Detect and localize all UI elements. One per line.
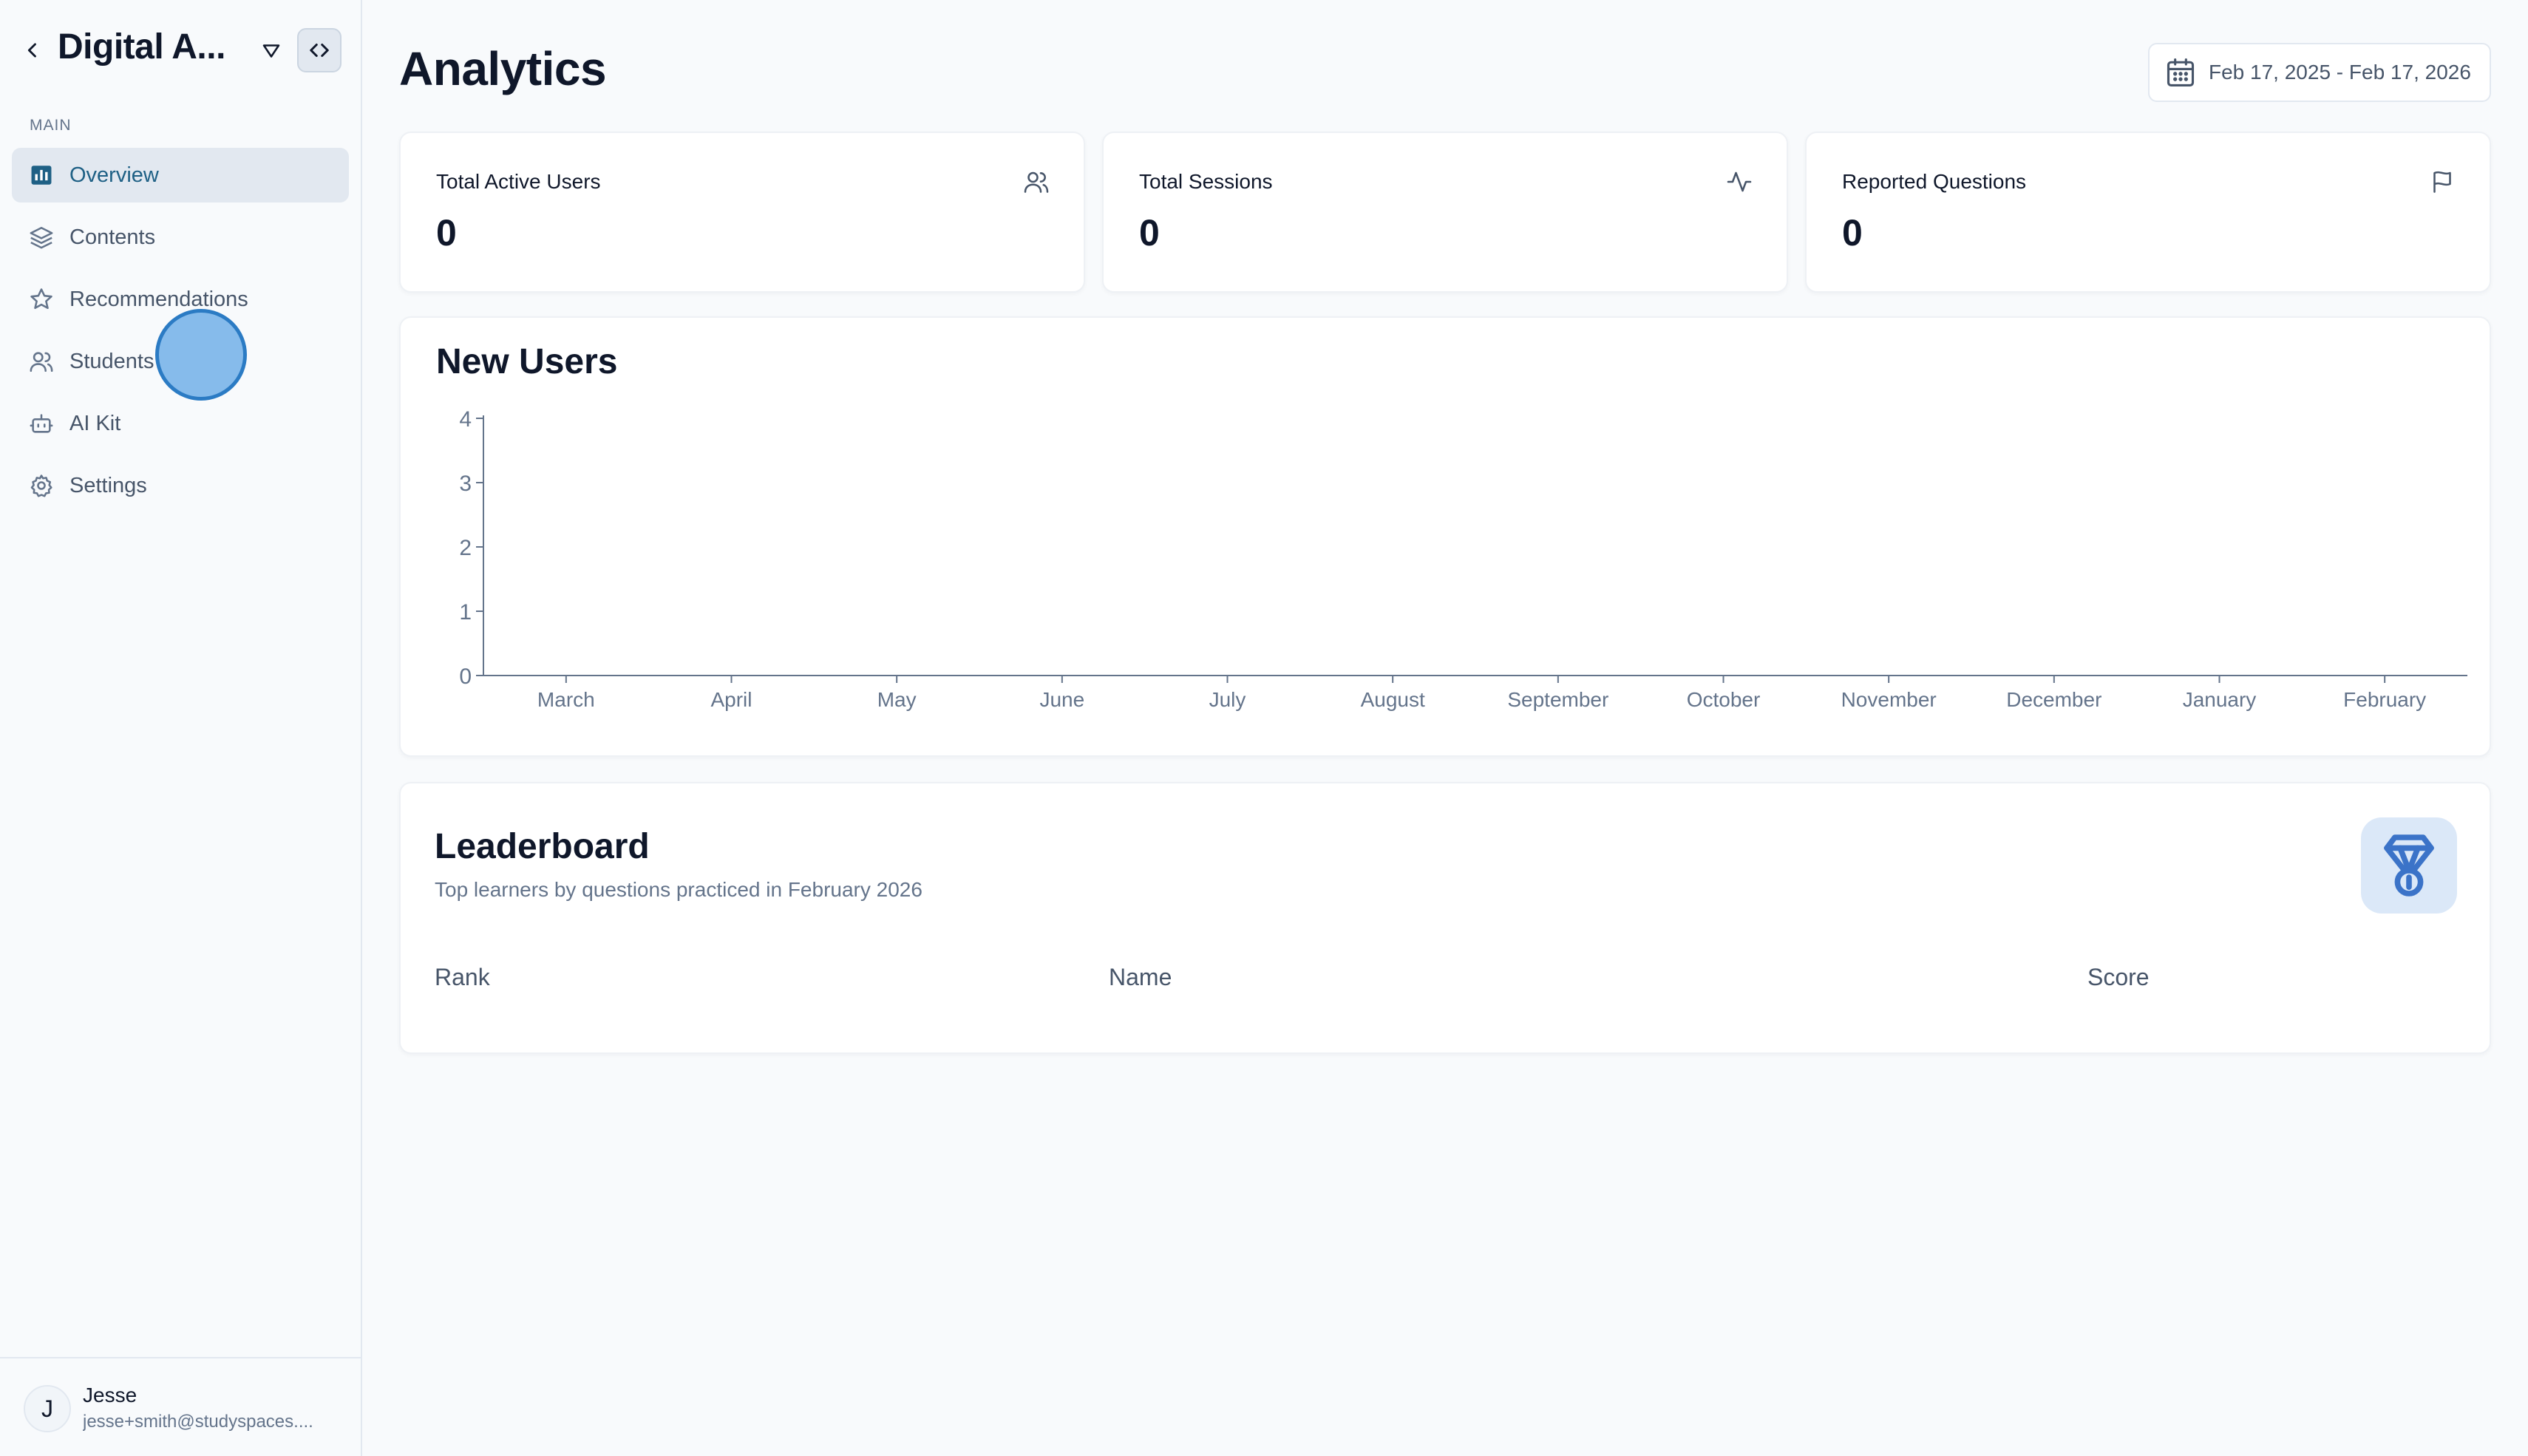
avatar: J bbox=[24, 1385, 71, 1432]
chevron-left-icon bbox=[27, 43, 36, 58]
x-tick-label: February bbox=[2343, 688, 2426, 711]
y-tick-label: 4 bbox=[459, 407, 472, 432]
x-tick-label: March bbox=[537, 688, 595, 711]
sidebar-item-ai-kit[interactable]: AI Kit bbox=[12, 396, 349, 451]
stat-value: 0 bbox=[1842, 212, 1863, 254]
column-header-rank[interactable]: Rank bbox=[435, 964, 490, 991]
star-icon bbox=[28, 286, 55, 313]
x-tick-label: June bbox=[1039, 688, 1084, 711]
sidebar-item-label: Students bbox=[69, 349, 154, 373]
code-toggle-button[interactable] bbox=[297, 28, 342, 72]
date-range-picker[interactable]: Feb 17, 2025 - Feb 17, 2026 bbox=[2148, 43, 2491, 102]
back-button[interactable] bbox=[18, 35, 47, 65]
y-tick-label: 3 bbox=[459, 472, 472, 496]
sidebar-item-label: Recommendations bbox=[69, 287, 248, 311]
section-label: MAIN bbox=[30, 117, 72, 134]
x-tick-label: September bbox=[1507, 688, 1608, 711]
user-email: jesse+smith@studyspaces.... bbox=[83, 1412, 313, 1432]
medal-icon bbox=[2384, 834, 2434, 897]
sidebar-header: Digital A... bbox=[0, 22, 362, 78]
calendar-icon bbox=[2167, 58, 2195, 86]
sidebar-item-overview[interactable]: Overview bbox=[12, 148, 349, 203]
gear-icon bbox=[28, 472, 55, 499]
triangle-down-icon bbox=[262, 44, 280, 58]
stat-value: 0 bbox=[1139, 212, 1160, 254]
users-icon bbox=[28, 348, 55, 375]
sidebar-item-label: AI Kit bbox=[69, 411, 121, 435]
sidebar-item-label: Contents bbox=[69, 225, 156, 249]
y-tick-label: 2 bbox=[459, 536, 472, 560]
chart-icon bbox=[28, 162, 55, 188]
x-tick-label: October bbox=[1687, 688, 1761, 711]
stat-label: Total Sessions bbox=[1139, 170, 1273, 193]
flag-icon bbox=[2433, 171, 2451, 193]
activity-icon bbox=[1727, 171, 1752, 192]
stat-label: Reported Questions bbox=[1842, 170, 2027, 193]
layers-icon bbox=[28, 224, 55, 251]
date-range-text: Feb 17, 2025 - Feb 17, 2026 bbox=[2209, 61, 2471, 84]
leaderboard-card: Leaderboard Top learners by questions pr… bbox=[399, 782, 2491, 1054]
x-tick-label: May bbox=[877, 688, 917, 711]
leaderboard-title: Leaderboard bbox=[435, 827, 650, 866]
sidebar-item-settings[interactable]: Settings bbox=[12, 458, 349, 513]
users-icon bbox=[1024, 171, 1049, 193]
user-profile[interactable]: J Jesse jesse+smith@studyspaces.... bbox=[0, 1357, 362, 1456]
new-users-chart: 0 1 2 3 4 March April May June July August Septembe… bbox=[459, 407, 2467, 711]
x-tick-label: July bbox=[1209, 688, 1246, 711]
y-tick-label: 0 bbox=[459, 664, 472, 689]
new-users-chart-card: New Users 0 1 2 3 4 March April May June July Augu… bbox=[399, 316, 2491, 757]
stat-card-total-sessions: Total Sessions 0 bbox=[1102, 132, 1788, 293]
bot-icon bbox=[28, 410, 55, 437]
x-tick-label: April bbox=[710, 688, 752, 711]
x-tick-label: August bbox=[1361, 688, 1425, 711]
stat-card-reported-questions: Reported Questions 0 bbox=[1805, 132, 2491, 293]
sidebar-nav: Overview Contents Recommendations Studen… bbox=[12, 148, 349, 520]
y-tick-label: 1 bbox=[459, 600, 472, 625]
stat-value: 0 bbox=[436, 212, 457, 254]
stat-card-active-users: Total Active Users 0 bbox=[399, 132, 1085, 293]
column-header-name[interactable]: Name bbox=[1109, 964, 1172, 991]
sidebar-item-label: Overview bbox=[69, 163, 159, 187]
column-header-score[interactable]: Score bbox=[2087, 964, 2150, 991]
user-name: Jesse bbox=[83, 1384, 137, 1406]
leaderboard-badge bbox=[2361, 817, 2457, 914]
code-icon bbox=[310, 44, 329, 57]
sidebar-item-label: Settings bbox=[69, 473, 147, 497]
app-switcher-dropdown[interactable] bbox=[256, 35, 287, 67]
leaderboard-subtitle: Top learners by questions practiced in F… bbox=[435, 878, 922, 901]
x-tick-label: January bbox=[2183, 688, 2257, 711]
sidebar: Digital A... MAIN Overview Contents Reco… bbox=[0, 0, 362, 1456]
app-title: Digital A... bbox=[58, 27, 225, 67]
page-title: Analytics bbox=[399, 42, 607, 95]
sidebar-item-contents[interactable]: Contents bbox=[12, 210, 349, 265]
sidebar-item-students[interactable]: Students bbox=[12, 334, 349, 389]
sidebar-item-recommendations[interactable]: Recommendations bbox=[12, 272, 349, 327]
x-tick-label: December bbox=[2006, 688, 2101, 711]
stat-label: Total Active Users bbox=[436, 170, 601, 193]
x-tick-label: November bbox=[1841, 688, 1937, 711]
